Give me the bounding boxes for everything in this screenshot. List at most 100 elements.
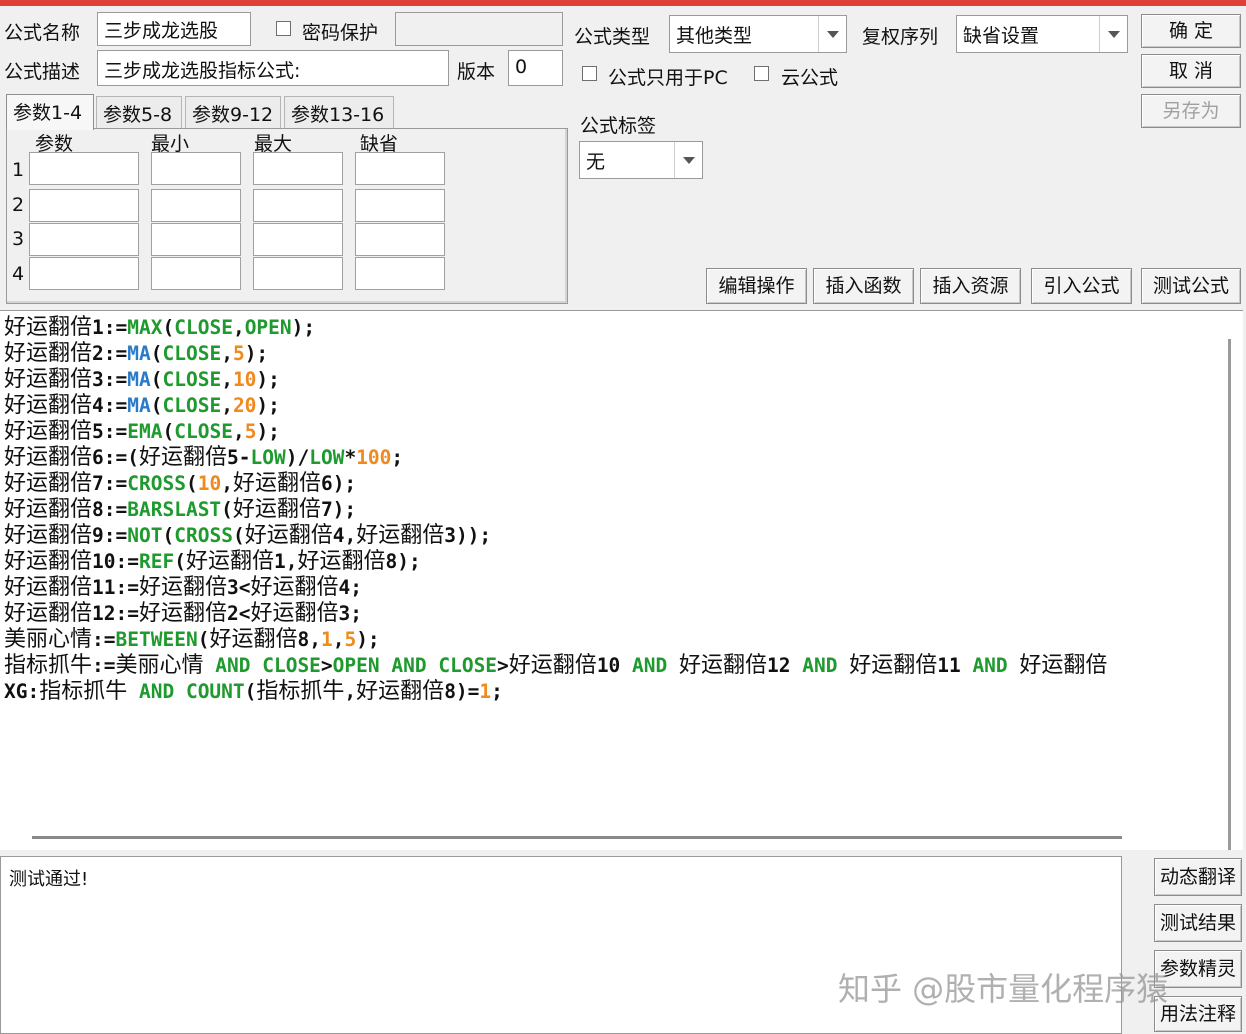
code-token: 好运翻倍 (4, 419, 93, 444)
code-token: 8:= (92, 498, 128, 521)
horizontal-scrollbar[interactable] (32, 836, 1122, 839)
insert-resource-button[interactable]: 插入资源 (920, 268, 1021, 304)
formula-name-input[interactable]: 三步成龙选股 (97, 12, 251, 46)
code-token: 好运翻倍 (4, 575, 93, 600)
cloud-formula-checkbox[interactable] (754, 66, 769, 81)
param-default-input[interactable] (355, 257, 445, 290)
code-token: ( (197, 628, 210, 651)
cloud-formula-label: 云公式 (781, 67, 839, 89)
code-token: CLOSE (162, 394, 222, 417)
vertical-scrollbar[interactable] (1228, 339, 1231, 850)
code-token: 好运翻倍 (244, 523, 333, 548)
save-as-button[interactable]: 另存为 (1141, 94, 1241, 128)
cancel-button[interactable]: 取 消 (1141, 54, 1241, 88)
code-token: 5 (232, 342, 245, 365)
tab-params-9-12[interactable]: 参数9-12 (185, 96, 281, 128)
test-formula-button[interactable]: 测试公式 (1141, 268, 1241, 304)
code-token: OPEN (332, 654, 380, 677)
formula-code-editor[interactable]: 好运翻倍1:=MAX(CLOSE,OPEN); 好运翻倍2:=MA(CLOSE,5… (0, 310, 1243, 850)
chevron-down-icon[interactable] (1099, 16, 1127, 52)
code-token: 好运翻倍 (185, 549, 274, 574)
pc-only-label: 公式只用于PC (608, 67, 728, 89)
param-max-input[interactable] (253, 152, 343, 185)
param-name-input[interactable] (29, 257, 139, 290)
formula-tag-select[interactable]: 无 (579, 141, 703, 179)
code-token: 100 (356, 446, 392, 469)
param-max-input[interactable] (253, 189, 343, 222)
param-max-input[interactable] (253, 223, 343, 256)
code-token: 美丽心情 (4, 627, 93, 652)
code-token: 9:= (92, 524, 128, 547)
tab-params-13-16[interactable]: 参数13-16 (284, 96, 394, 128)
param-default-input[interactable] (355, 223, 445, 256)
code-token: 好运翻倍 (4, 497, 93, 522)
code-token: 8, (297, 628, 321, 651)
version-input[interactable]: 0 (508, 50, 563, 86)
code-token: ( (162, 316, 175, 339)
param-name-input[interactable] (29, 189, 139, 222)
param-min-input[interactable] (151, 223, 241, 256)
code-token: 好运翻倍 (4, 471, 93, 496)
code-token: 10 (596, 654, 621, 677)
code-token: REF (138, 550, 175, 573)
code-token: 4, (332, 524, 357, 547)
code-token: 美丽心情 (115, 653, 204, 678)
watermark-text: 知乎 @股市量化程序猿 (838, 970, 1169, 1008)
param-row-number: 3 (12, 228, 25, 250)
param-min-input[interactable] (151, 257, 241, 290)
code-token: 好运翻倍 (849, 653, 938, 678)
code-token: 3< (227, 576, 251, 599)
formula-type-select[interactable]: 其他类型 (669, 15, 847, 53)
tab-params-1-4[interactable]: 参数1-4 (6, 94, 94, 130)
code-token: ( (150, 368, 163, 391)
edit-operations-button[interactable]: 编辑操作 (706, 268, 807, 304)
param-max-input[interactable] (253, 257, 343, 290)
code-token: AND (790, 654, 850, 677)
code-line: 好运翻倍9:=NOT(CROSS(好运翻倍4,好运翻倍3)); (4, 523, 1220, 549)
code-token: 12:= (92, 602, 139, 625)
code-token: 指标抓牛 (256, 679, 345, 704)
dynamic-translate-button[interactable]: 动态翻译 (1154, 858, 1242, 896)
code-token: ( (150, 342, 163, 365)
formula-desc-input[interactable]: 三步成龙选股指标公式: (97, 50, 449, 86)
code-token: 好运翻倍 (1019, 653, 1108, 678)
code-token: MA (127, 342, 151, 365)
code-token: 好运翻倍 (209, 627, 298, 652)
code-line: 好运翻倍11:=好运翻倍3<好运翻倍4; (4, 575, 1220, 601)
param-name-input[interactable] (29, 223, 139, 256)
ok-button[interactable]: 确 定 (1141, 14, 1241, 48)
code-token: , (221, 342, 233, 365)
param-min-input[interactable] (151, 152, 241, 185)
code-line: 好运翻倍7:=CROSS(10,好运翻倍6); (4, 471, 1220, 497)
code-token: ( (174, 550, 186, 573)
code-token: ( (185, 472, 198, 495)
password-protect-checkbox[interactable] (276, 21, 291, 36)
code-token: 6); (320, 472, 357, 495)
chevron-down-icon[interactable] (818, 16, 846, 52)
tab-params-5-8[interactable]: 参数5-8 (96, 96, 182, 128)
code-token: )/ (285, 446, 310, 469)
insert-function-button[interactable]: 插入函数 (813, 268, 914, 304)
formula-tag-label: 公式标签 (580, 115, 657, 137)
code-token: CLOSE (262, 654, 321, 677)
rights-sequence-select[interactable]: 缺省设置 (956, 15, 1128, 53)
code-token: ( (232, 524, 245, 547)
param-min-input[interactable] (151, 189, 241, 222)
param-default-input[interactable] (355, 152, 445, 185)
test-result-button[interactable]: 测试结果 (1154, 904, 1242, 942)
code-token: AND (203, 654, 263, 677)
pc-only-checkbox[interactable] (582, 66, 597, 81)
password-input[interactable] (395, 12, 563, 46)
import-formula-button[interactable]: 引入公式 (1031, 268, 1132, 304)
code-token: 10 (197, 472, 222, 495)
param-default-input[interactable] (355, 189, 445, 222)
code-token: , (344, 680, 357, 703)
code-token: MAX (127, 316, 163, 339)
formula-type-label: 公式类型 (574, 26, 651, 48)
chevron-down-icon[interactable] (674, 142, 702, 178)
code-token: OPEN (244, 316, 292, 339)
param-name-input[interactable] (29, 152, 139, 185)
code-token: NOT (127, 524, 163, 547)
code-token: , (232, 420, 245, 443)
code-token: 好运翻倍 (297, 549, 386, 574)
